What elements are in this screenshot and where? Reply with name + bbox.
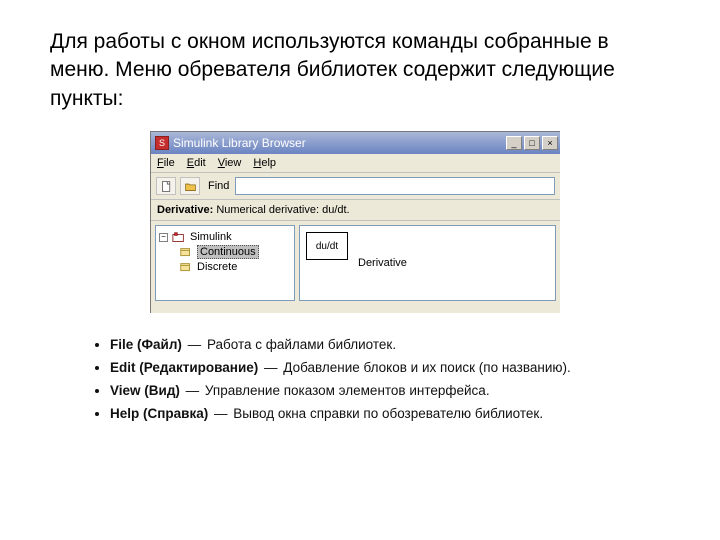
menu-edit[interactable]: Edit	[187, 157, 206, 169]
tree-root-simulink[interactable]: − Simulink	[159, 230, 291, 244]
menu-description-list: File (Файл) — Работа с файлами библиотек…	[50, 335, 670, 425]
bullet-desc: Управление показом элементов интерфейса.	[205, 383, 490, 398]
bullet-desc: Вывод окна справки по обозревателю библи…	[233, 406, 543, 421]
close-button[interactable]: ×	[542, 136, 558, 150]
find-label: Find	[208, 180, 229, 192]
menu-file[interactable]: File	[157, 157, 175, 169]
info-desc: Numerical derivative: du/dt.	[216, 204, 349, 216]
app-icon: S	[155, 136, 169, 150]
info-bar: Derivative: Numerical derivative: du/dt.	[151, 200, 560, 221]
open-file-button[interactable]	[180, 177, 200, 195]
find-input[interactable]	[235, 177, 555, 195]
library-tree-pane: − Simulink Continuous Discrete	[155, 225, 295, 301]
new-file-button[interactable]	[156, 177, 176, 195]
info-label: Derivative:	[157, 204, 213, 216]
toolbar: Find	[151, 173, 560, 200]
bullet-title: Edit (Редактирование)	[110, 360, 258, 375]
bullet-desc: Работа с файлами библиотек.	[207, 337, 396, 352]
titlebar: S Simulink Library Browser _ □ ×	[151, 132, 560, 154]
tree-item-continuous-label: Continuous	[197, 245, 259, 259]
minimize-button[interactable]: _	[506, 136, 522, 150]
menu-help[interactable]: Help	[253, 157, 276, 169]
maximize-button[interactable]: □	[524, 136, 540, 150]
bullet-title: Help (Справка)	[110, 406, 208, 421]
dash: —	[264, 360, 278, 375]
dash: —	[186, 383, 200, 398]
intro-paragraph: Для работы с окном используются команды …	[50, 28, 670, 113]
window-title: Simulink Library Browser	[173, 136, 506, 150]
list-item: Edit (Редактирование) — Добавление блоко…	[110, 358, 670, 379]
list-item: File (Файл) — Работа с файлами библиотек…	[110, 335, 670, 356]
block-derivative-icon[interactable]: du/dt	[306, 232, 348, 260]
list-item: Help (Справка) — Вывод окна справки по о…	[110, 404, 670, 425]
bullet-title: View (Вид)	[110, 383, 180, 398]
bullet-title: File (Файл)	[110, 337, 182, 352]
library-icon	[179, 261, 193, 273]
dash: —	[188, 337, 202, 352]
simulink-window: S Simulink Library Browser _ □ × File Ed…	[150, 131, 560, 313]
collapse-icon[interactable]: −	[159, 233, 168, 242]
bullet-desc: Добавление блоков и их поиск (по названи…	[283, 360, 570, 375]
block-derivative-label: Derivative	[358, 232, 407, 294]
tree-item-discrete[interactable]: Discrete	[159, 260, 291, 274]
tree-item-discrete-label: Discrete	[197, 261, 237, 273]
tree-root-label: Simulink	[190, 231, 232, 243]
list-item: View (Вид) — Управление показом элементо…	[110, 381, 670, 402]
content-pane: du/dt Derivative	[299, 225, 556, 301]
menu-view[interactable]: View	[218, 157, 242, 169]
library-icon	[179, 246, 193, 258]
simulink-root-icon	[172, 231, 186, 243]
dash: —	[214, 406, 228, 421]
menubar: File Edit View Help	[151, 154, 560, 173]
tree-item-continuous[interactable]: Continuous	[159, 244, 291, 260]
